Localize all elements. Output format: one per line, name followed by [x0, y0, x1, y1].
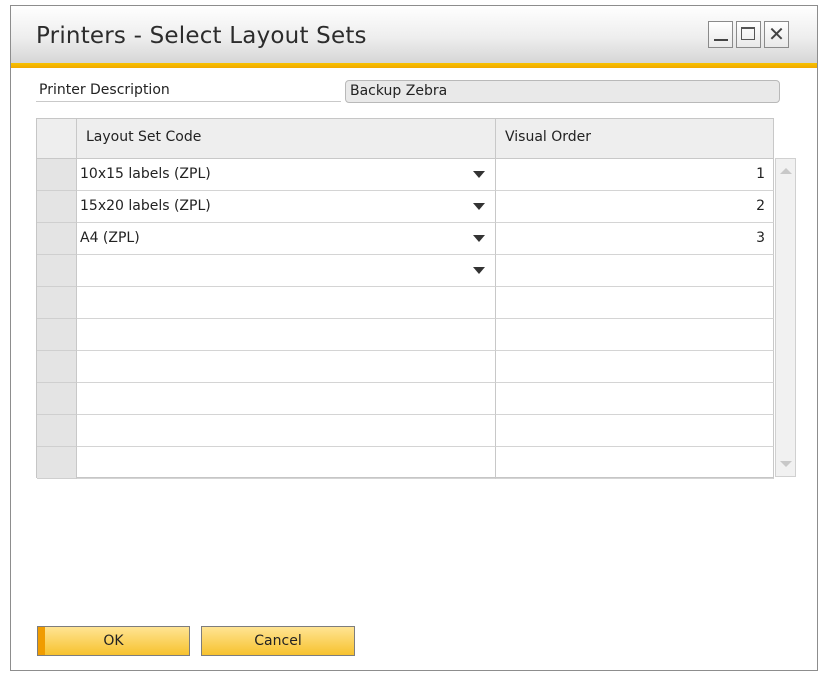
ok-button-label: OK	[103, 633, 124, 649]
layout-set-code-value: 15x20 labels (ZPL)	[80, 198, 211, 214]
cancel-button[interactable]: Cancel	[201, 626, 355, 656]
table-row[interactable]	[37, 447, 774, 479]
scroll-down-icon[interactable]	[780, 461, 792, 467]
row-selector[interactable]	[37, 415, 77, 447]
row-selector[interactable]	[37, 319, 77, 351]
dropdown-arrow-icon[interactable]	[473, 235, 485, 242]
table-row[interactable]	[37, 383, 774, 415]
table-row[interactable]: 15x20 labels (ZPL) 2	[37, 191, 774, 223]
visual-order-cell[interactable]	[496, 447, 774, 479]
layout-set-code-cell[interactable]	[77, 319, 496, 351]
visual-order-cell[interactable]: 2	[496, 191, 774, 223]
minimize-button[interactable]	[708, 21, 733, 48]
row-selector[interactable]	[37, 191, 77, 223]
row-header-corner	[37, 119, 77, 159]
minimize-icon	[714, 39, 728, 41]
visual-order-cell[interactable]	[496, 255, 774, 287]
printer-description-label: Printer Description	[36, 80, 341, 102]
table-row[interactable]	[37, 351, 774, 383]
layout-sets-grid: Layout Set Code Visual Order 10x15 label…	[36, 118, 774, 479]
dropdown-arrow-icon[interactable]	[473, 171, 485, 178]
close-icon: ✕	[768, 22, 785, 46]
visual-order-cell[interactable]: 1	[496, 159, 774, 191]
row-selector[interactable]	[37, 351, 77, 383]
title-accent-bar	[11, 63, 817, 68]
scroll-up-icon[interactable]	[780, 168, 792, 174]
layout-set-code-cell[interactable]	[77, 287, 496, 319]
layout-set-code-cell[interactable]	[77, 255, 496, 287]
dropdown-arrow-icon[interactable]	[473, 203, 485, 210]
visual-order-cell[interactable]	[496, 351, 774, 383]
layout-set-code-cell[interactable]	[77, 447, 496, 479]
maximize-icon	[741, 27, 755, 40]
layout-set-code-value: 10x15 labels (ZPL)	[80, 166, 211, 182]
maximize-button[interactable]	[736, 21, 761, 48]
table-row[interactable]	[37, 287, 774, 319]
vertical-scrollbar[interactable]	[775, 158, 796, 477]
dialog-window: Printers - Select Layout Sets ✕ Printer …	[10, 5, 818, 671]
layout-set-code-cell[interactable]	[77, 351, 496, 383]
column-header-visual-order[interactable]: Visual Order	[496, 119, 774, 159]
layout-set-code-value: A4 (ZPL)	[80, 230, 140, 246]
close-button[interactable]: ✕	[764, 21, 789, 48]
layout-set-code-cell[interactable]: A4 (ZPL)	[77, 223, 496, 255]
row-selector[interactable]	[37, 383, 77, 415]
row-selector[interactable]	[37, 159, 77, 191]
row-selector[interactable]	[37, 255, 77, 287]
layout-set-code-cell[interactable]	[77, 415, 496, 447]
visual-order-cell[interactable]	[496, 319, 774, 351]
layout-set-code-cell[interactable]: 15x20 labels (ZPL)	[77, 191, 496, 223]
table-row[interactable]	[37, 255, 774, 287]
window-title: Printers - Select Layout Sets	[36, 23, 367, 49]
table-row[interactable]: 10x15 labels (ZPL) 1	[37, 159, 774, 191]
visual-order-cell[interactable]	[496, 415, 774, 447]
visual-order-cell[interactable]: 3	[496, 223, 774, 255]
table-row[interactable]: A4 (ZPL) 3	[37, 223, 774, 255]
table-row[interactable]	[37, 319, 774, 351]
printer-description-field: Backup Zebra	[345, 80, 780, 103]
visual-order-cell[interactable]	[496, 383, 774, 415]
dropdown-arrow-icon[interactable]	[473, 267, 485, 274]
visual-order-cell[interactable]	[496, 287, 774, 319]
row-selector[interactable]	[37, 447, 77, 479]
row-selector[interactable]	[37, 287, 77, 319]
title-bar: Printers - Select Layout Sets ✕	[11, 6, 817, 63]
column-header-layout-set-code[interactable]: Layout Set Code	[77, 119, 496, 159]
table-row[interactable]	[37, 415, 774, 447]
ok-button[interactable]: OK	[37, 626, 190, 656]
row-selector[interactable]	[37, 223, 77, 255]
layout-set-code-cell[interactable]: 10x15 labels (ZPL)	[77, 159, 496, 191]
layout-set-code-cell[interactable]	[77, 383, 496, 415]
